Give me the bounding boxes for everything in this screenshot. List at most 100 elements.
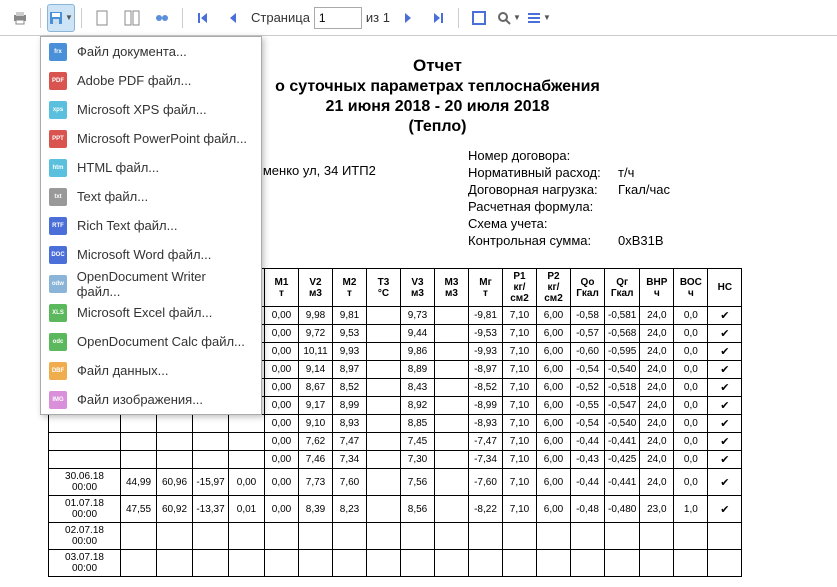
page-label: Страница [251,10,310,25]
table-cell [708,307,742,325]
table-cell: 7,30 [401,451,435,469]
export-menu-item[interactable]: frxФайл документа... [41,37,261,66]
export-menu-item[interactable]: txtText файл... [41,182,261,211]
next-icon [403,12,413,24]
next-page-button[interactable] [394,4,422,32]
table-cell: -0,540 [605,415,640,433]
table-cell: 24,0 [640,469,674,496]
table-cell [229,523,265,550]
separator [40,8,41,28]
table-cell: -0,58 [571,307,605,325]
separator [81,8,82,28]
export-menu-item[interactable]: DBFФайл данных... [41,356,261,385]
export-menu-item[interactable]: odcOpenDocument Calc файл... [41,327,261,356]
info-row: Договорная нагрузка:Гкал/час [468,182,827,197]
menu-item-label: Файл изображения... [77,392,203,407]
chevron-down-icon: ▼ [543,13,551,22]
table-header-cell: М1т [265,269,299,307]
menu-item-label: Adobe PDF файл... [77,73,191,88]
table-cell [367,343,401,361]
table-cell: -0,425 [605,451,640,469]
table-cell: 8,43 [401,379,435,397]
table-cell [193,523,229,550]
last-icon [432,12,444,24]
table-cell [503,550,537,577]
zoom-button[interactable]: ▼ [495,4,523,32]
table-cell: 0,0 [674,433,708,451]
info-label: Нормативный расход: [468,165,618,180]
page-single-button[interactable] [88,4,116,32]
export-menu-item[interactable]: htmHTML файл... [41,153,261,182]
export-menu-item[interactable]: IMGФайл изображения... [41,385,261,414]
table-cell: 6,00 [537,361,571,379]
table-cell [435,451,469,469]
table-header-cell: V3м3 [401,269,435,307]
table-cell: -0,595 [605,343,640,361]
table-cell [229,433,265,451]
magnifier-icon [497,11,511,25]
prev-page-button[interactable] [219,4,247,32]
table-header-cell: QгГкал [605,269,640,307]
info-row: Контрольная сумма:0xB31B [468,233,827,248]
first-page-button[interactable] [189,4,217,32]
toolbar: ▼ Страница из 1 ▼ ▼ [0,0,837,36]
page-number-input[interactable] [314,7,362,29]
table-cell: 0,0 [674,469,708,496]
first-icon [197,12,209,24]
info-row: Расчетная формула: [468,199,827,214]
table-cell [121,433,157,451]
last-page-button[interactable] [424,4,452,32]
printer-icon [12,10,28,26]
table-cell [299,550,333,577]
table-cell: -0,441 [605,433,640,451]
table-cell [367,451,401,469]
page-multi-button[interactable] [118,4,146,32]
table-cell [157,523,193,550]
table-cell: 8,85 [401,415,435,433]
table-header-cell: М2т [333,269,367,307]
table-row: 0,007,467,347,30-7,347,106,00-0,43-0,425… [49,451,742,469]
table-cell [367,361,401,379]
save-button[interactable]: ▼ [47,4,75,32]
export-menu-item[interactable]: xpsMicrosoft XPS файл... [41,95,261,124]
file-type-icon: XLS [49,304,67,322]
table-header-cell: P1кг/см2 [503,269,537,307]
outline-button[interactable]: ▼ [525,4,553,32]
export-menu-item[interactable]: PDF Adobe PDF файл... [41,66,261,95]
table-cell [708,361,742,379]
table-cell [435,415,469,433]
table-cell [674,523,708,550]
table-cell: -0,518 [605,379,640,397]
export-menu-item[interactable]: DOCMicrosoft Word файл... [41,240,261,269]
table-cell [708,325,742,343]
table-cell [571,523,605,550]
info-label: Контрольная сумма: [468,233,618,248]
table-cell: -0,60 [571,343,605,361]
table-cell: 47,55 [121,496,157,523]
export-menu-item[interactable]: RTFRich Text файл... [41,211,261,240]
export-menu-item[interactable]: odwOpenDocument Writer файл... [41,269,261,298]
table-cell: 7,46 [299,451,333,469]
table-cell: 7,10 [503,361,537,379]
find-button[interactable] [148,4,176,32]
table-cell: 0,00 [265,343,299,361]
export-menu-item[interactable]: PPTMicrosoft PowerPoint файл... [41,124,261,153]
file-type-icon: PDF [49,72,67,90]
print-button[interactable] [6,4,34,32]
table-cell: 24,0 [640,325,674,343]
table-cell: -7,47 [469,433,503,451]
info-value: т/ч [618,165,634,180]
table-header-cell: Мгт [469,269,503,307]
export-menu-item[interactable]: XLSMicrosoft Excel файл... [41,298,261,327]
menu-item-label: Microsoft PowerPoint файл... [77,131,247,146]
table-cell [435,307,469,325]
table-cell: -0,441 [605,469,640,496]
fullscreen-button[interactable] [465,4,493,32]
table-cell: 7,10 [503,451,537,469]
table-cell [708,379,742,397]
table-cell: 0,0 [674,397,708,415]
table-cell: -9,53 [469,325,503,343]
table-cell: 6,00 [537,469,571,496]
table-cell [49,415,121,433]
table-cell [367,325,401,343]
